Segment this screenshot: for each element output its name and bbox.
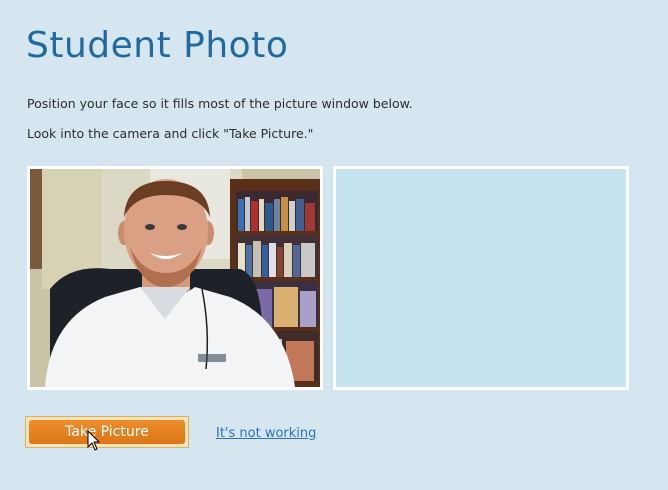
mouse-cursor-icon xyxy=(87,430,101,451)
webcam-photo-icon xyxy=(30,169,320,387)
instruction-look: Look into the camera and click "Take Pic… xyxy=(27,126,314,141)
take-picture-button-frame: Take Picture xyxy=(25,416,189,448)
not-working-link[interactable]: It's not working xyxy=(216,426,316,441)
take-picture-button[interactable]: Take Picture xyxy=(29,420,185,444)
captured-photo-preview xyxy=(333,166,629,390)
instruction-position: Position your face so it fills most of t… xyxy=(27,96,413,111)
page-title: Student Photo xyxy=(26,25,289,66)
live-camera-window xyxy=(27,166,323,390)
student-photo-page: Student Photo Position your face so it f… xyxy=(0,0,668,490)
